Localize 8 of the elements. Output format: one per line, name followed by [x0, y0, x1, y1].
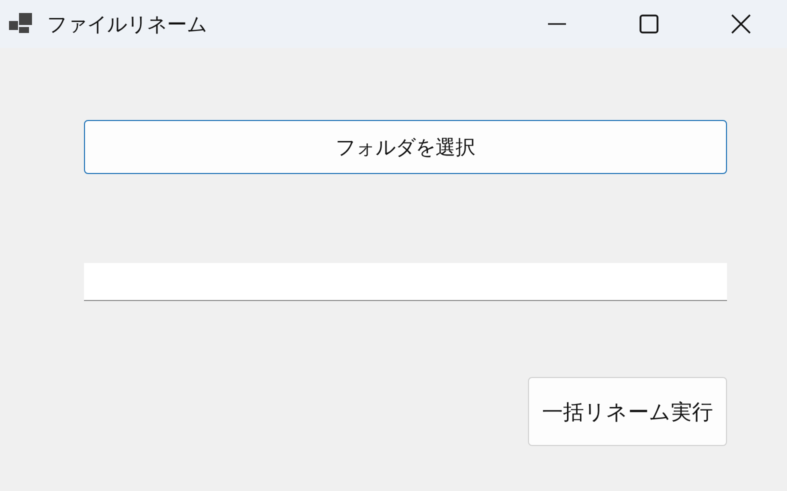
- path-field[interactable]: [84, 263, 727, 301]
- minimize-icon: [547, 23, 567, 25]
- app-icon: [9, 13, 35, 35]
- select-folder-button[interactable]: フォルダを選択: [84, 120, 727, 174]
- close-icon: [731, 14, 751, 34]
- rename-button[interactable]: 一括リネーム実行: [528, 377, 727, 446]
- maximize-icon: [639, 14, 659, 34]
- window-title: ファイルリネーム: [47, 10, 208, 38]
